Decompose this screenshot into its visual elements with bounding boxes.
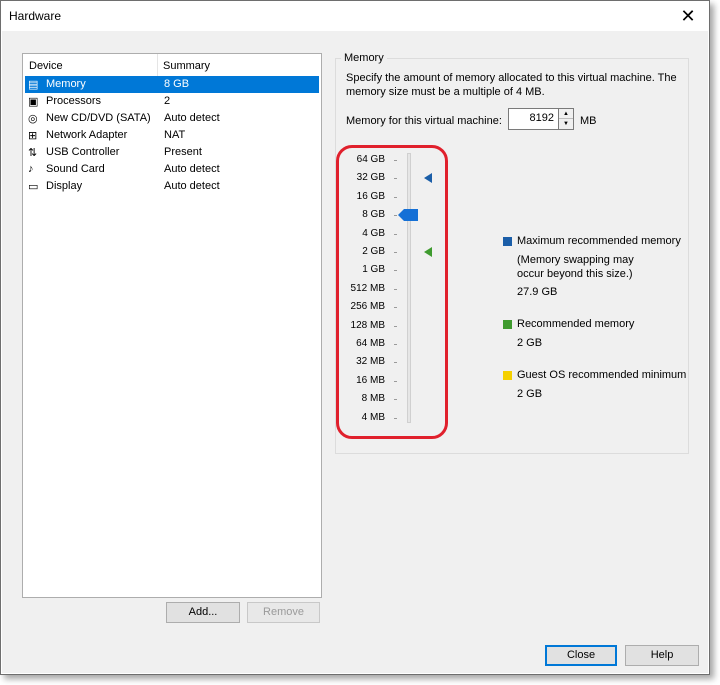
scale-tick-mark [394, 344, 397, 345]
window-title: Hardware [9, 9, 62, 23]
scale-tick-label: 32 MB [356, 356, 385, 368]
memory-slider-thumb[interactable] [398, 209, 418, 222]
memory-icon: ▤ [28, 79, 39, 91]
scale-tick-label: 2 GB [362, 246, 385, 257]
scale-tick-label: 4 GB [362, 227, 385, 239]
memory-unit: MB [580, 115, 597, 127]
column-separator [157, 54, 158, 76]
hardware-dialog: Hardware ✕ Device Summary ▤ Memory 8 GB ▣ Pr… [0, 0, 710, 675]
scale-tick-mark [394, 417, 397, 419]
spin-down-icon[interactable]: ▼ [559, 119, 573, 129]
max-recommended-title: Maximum recommended memory [517, 235, 681, 247]
scale-tick-label: 8 GB [362, 209, 385, 221]
guest-min-title: Guest OS recommended minimum [517, 369, 687, 381]
sound-card-icon: ♪ [28, 163, 34, 175]
memory-field-label: Memory for this virtual machine: [346, 115, 502, 127]
max-recommended-value: 27.9 GB [517, 286, 558, 298]
device-name: Memory [46, 78, 86, 90]
device-name: USB Controller [46, 146, 120, 158]
scale-tick-label: 32 GB [356, 172, 385, 184]
device-name: Sound Card [46, 163, 105, 175]
close-button[interactable]: Close [545, 645, 617, 666]
scale-tick-mark [394, 160, 397, 161]
recommended-swatch [503, 320, 512, 329]
scale-tick-label: 16 MB [356, 374, 385, 386]
memory-slider-track[interactable] [407, 153, 411, 423]
device-summary: NAT [164, 129, 186, 141]
network-adapter-icon: ⊞ [28, 130, 38, 142]
device-list[interactable]: Device Summary ▤ Memory 8 GB ▣ Processors 2 ◎ N… [22, 53, 322, 598]
close-window-icon[interactable]: ✕ [673, 3, 703, 29]
device-name: New CD/DVD (SATA) [46, 112, 151, 124]
spin-up-icon[interactable]: ▲ [559, 109, 573, 119]
recommended-marker-icon [424, 247, 432, 257]
device-row[interactable]: ▭ Display Auto detect [25, 178, 319, 195]
recommended-value: 2 GB [517, 337, 543, 349]
scale-tick-label: 16 GB [356, 190, 385, 202]
device-name: Display [46, 180, 83, 192]
scale-tick-label: 512 MB [350, 282, 385, 294]
recommended-title: Recommended memory [517, 318, 635, 330]
device-summary: Present [164, 146, 202, 158]
scale-tick-mark [394, 399, 397, 401]
device-rows: ▤ Memory 8 GB ▣ Processors 2 ◎ New CD/DVD (SATA… [23, 76, 321, 195]
cd-dvd-icon: ◎ [28, 113, 38, 125]
device-summary: 8 GB [164, 78, 190, 90]
add-button[interactable]: Add... [166, 602, 240, 623]
scale-tick-label: 1 GB [362, 264, 385, 276]
scale-tick-mark [394, 288, 397, 290]
memory-description: Specify the amount of memory allocated t… [346, 72, 677, 98]
processor-icon: ▣ [28, 96, 39, 108]
scale-tick-mark [394, 362, 397, 364]
device-row[interactable]: ♪ Sound Card Auto detect [25, 161, 319, 178]
dialog-body: Device Summary ▤ Memory 8 GB ▣ Processors 2 ◎ N… [2, 31, 708, 673]
device-row[interactable]: ▣ Processors 2 [25, 93, 319, 110]
remove-button[interactable]: Remove [247, 602, 320, 623]
device-name: Processors [46, 95, 102, 107]
scale-tick-label: 128 MB [350, 319, 385, 331]
scale-tick-label: 256 MB [350, 301, 385, 313]
device-name: Network Adapter [46, 129, 128, 141]
scale-tick-label: 8 MB [361, 393, 385, 405]
device-row[interactable]: ⊞ Network Adapter NAT [25, 127, 319, 144]
device-summary: 2 [164, 95, 171, 107]
device-summary: Auto detect [164, 180, 220, 192]
summary-column-header[interactable]: Summary [163, 60, 210, 72]
scale-tick-mark [394, 307, 397, 309]
scale-tick-mark [394, 252, 397, 253]
device-row[interactable]: ⇅ USB Controller Present [25, 144, 319, 161]
memory-input[interactable]: 8192 [508, 108, 559, 130]
scale-tick-label: 64 MB [356, 338, 385, 349]
scale-tick-mark [394, 215, 397, 217]
usb-controller-icon: ⇅ [28, 147, 38, 159]
max-recommended-swatch [503, 237, 512, 246]
scale-tick-mark [394, 196, 397, 198]
title-bar: Hardware ✕ [1, 1, 709, 31]
display-icon: ▭ [28, 181, 39, 193]
scale-tick-mark [394, 270, 397, 272]
memory-spinner[interactable]: ▲ ▼ [558, 108, 574, 130]
help-button[interactable]: Help [625, 645, 699, 666]
memory-group-title: Memory [341, 52, 387, 64]
device-row[interactable]: ▤ Memory 8 GB [25, 76, 319, 93]
scale-tick-mark [394, 325, 397, 327]
max-recommended-marker-icon [424, 173, 432, 184]
device-row[interactable]: ◎ New CD/DVD (SATA) Auto detect [25, 110, 319, 127]
scale-tick-label: 4 MB [361, 411, 385, 423]
scale-tick-mark [394, 380, 397, 382]
guest-min-value: 2 GB [517, 388, 543, 400]
scale-tick-label: 64 GB [356, 154, 385, 165]
guest-min-swatch [503, 371, 512, 380]
max-recommended-note: (Memory swapping may occur beyond this s… [517, 254, 634, 280]
device-summary: Auto detect [164, 112, 220, 124]
device-column-header[interactable]: Device [29, 60, 63, 72]
scale-tick-mark [394, 233, 397, 235]
list-header: Device Summary [23, 54, 321, 76]
device-summary: Auto detect [164, 163, 220, 175]
scale-tick-mark [394, 178, 397, 180]
memory-group: Memory Specify the amount of memory allo… [335, 52, 689, 454]
